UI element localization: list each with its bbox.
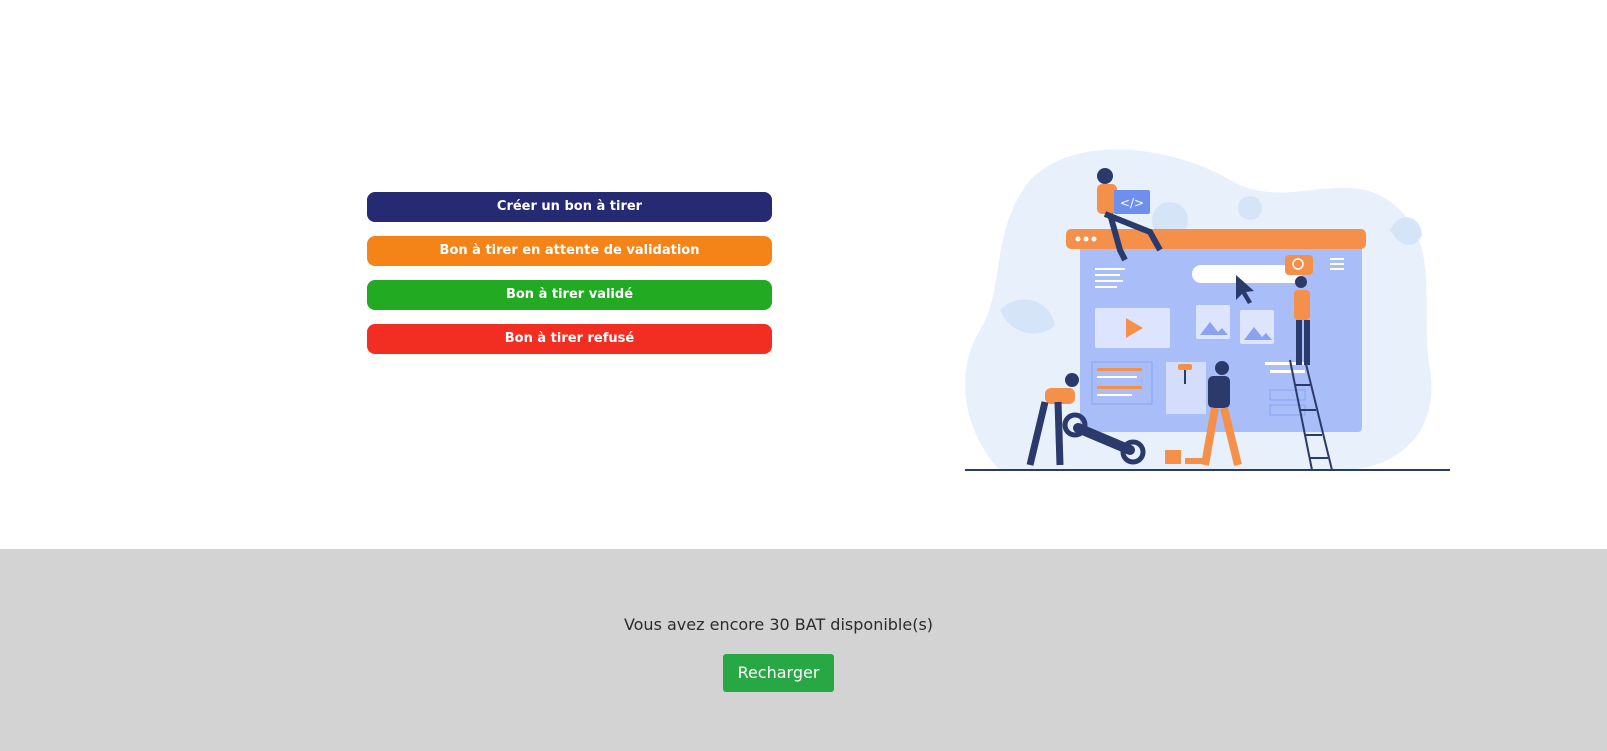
- bat-balance-text: Vous avez encore 30 BAT disponible(s): [623, 615, 934, 634]
- svg-text:</>: </>: [1120, 196, 1144, 210]
- pending-bat-button[interactable]: Bon à tirer en attente de validation: [367, 236, 772, 266]
- web-construction-illustration: </>: [965, 149, 1450, 471]
- action-button-group: Créer un bon à tirer Bon à tirer en atte…: [367, 192, 772, 368]
- refused-bat-button[interactable]: Bon à tirer refusé: [367, 324, 772, 354]
- validated-bat-button[interactable]: Bon à tirer validé: [367, 280, 772, 310]
- create-bat-button[interactable]: Créer un bon à tirer: [367, 192, 772, 222]
- main-section: Créer un bon à tirer Bon à tirer en atte…: [0, 0, 1607, 549]
- footer-panel: Vous avez encore 30 BAT disponible(s) Re…: [0, 549, 1607, 751]
- reload-button[interactable]: Recharger: [723, 654, 834, 692]
